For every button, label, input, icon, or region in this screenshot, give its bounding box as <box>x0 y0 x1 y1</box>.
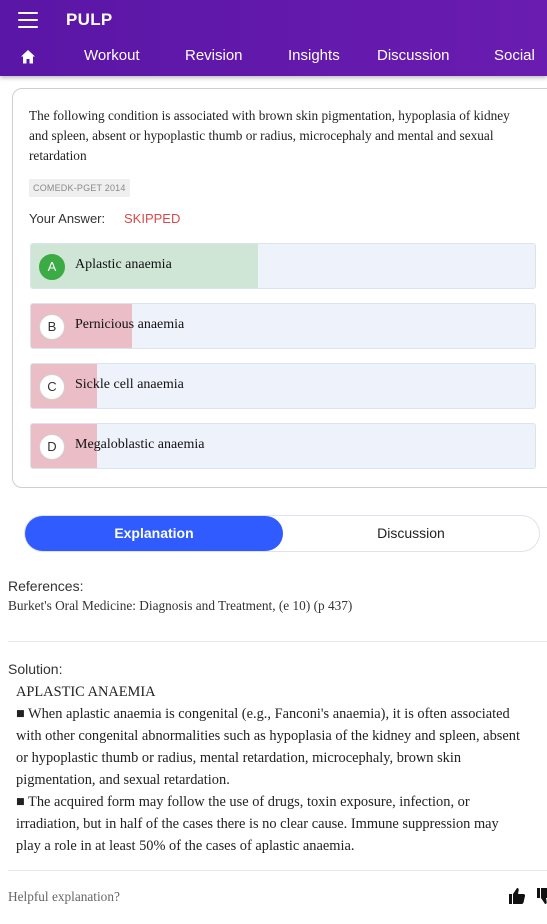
exam-tag: COMEDK-PGET 2014 <box>29 179 130 197</box>
option-c-letter: C <box>39 374 65 400</box>
option-b-letter: B <box>39 314 65 340</box>
question-text: The following condition is associated wi… <box>29 108 510 163</box>
nav-revision[interactable]: Revision <box>185 47 243 64</box>
tab-explanation[interactable]: Explanation <box>25 516 283 551</box>
thumbs-up-icon[interactable] <box>507 886 527 906</box>
solution-line: ■ The acquired form may follow the use o… <box>16 794 470 810</box>
divider <box>8 641 547 642</box>
nav-insights[interactable]: Insights <box>288 47 340 64</box>
nav-discussion[interactable]: Discussion <box>377 47 450 64</box>
question-card: The following condition is associated wi… <box>12 88 547 488</box>
option-d-text: Megaloblastic anaemia <box>75 437 205 452</box>
your-answer-status: SKIPPED <box>124 211 181 226</box>
solution-line: play a role in at least 50% of the cases… <box>16 838 355 854</box>
option-a[interactable]: A Aplastic anaemia <box>30 243 536 289</box>
nav-workout[interactable]: Workout <box>84 47 140 64</box>
app-title: PULP <box>66 10 113 29</box>
nav-social[interactable]: Social <box>494 47 535 64</box>
option-b-text: Pernicious anaemia <box>75 317 185 332</box>
solution-line: or hypoplastic thumb or radius, mental r… <box>16 750 462 766</box>
references-label: References: <box>8 578 84 594</box>
option-d-letter: D <box>39 434 65 460</box>
references-text: Burket's Oral Medicine: Diagnosis and Tr… <box>8 598 353 613</box>
helpful-prompt: Helpful explanation? <box>8 889 120 904</box>
solution-line: pigmentation, and sexual retardation. <box>16 772 230 788</box>
option-d[interactable]: D Megaloblastic anaemia <box>30 423 536 469</box>
solution-line: with other congenital abnormalities such… <box>16 728 520 744</box>
option-b[interactable]: B Pernicious anaemia <box>30 303 536 349</box>
solution-line: ■ When aplastic anaemia is congenital (e… <box>16 706 510 722</box>
option-c-text: Sickle cell anaemia <box>75 377 184 392</box>
thumbs-down-icon[interactable] <box>535 886 547 906</box>
solution-line: irradiation, but in half of the cases th… <box>16 816 499 832</box>
tab-discussion[interactable]: Discussion <box>283 516 539 551</box>
explanation-tabs: Explanation Discussion <box>24 515 540 552</box>
option-c[interactable]: C Sickle cell anaemia <box>30 363 536 409</box>
option-a-text: Aplastic anaemia <box>75 257 172 272</box>
option-a-letter: A <box>39 254 65 280</box>
solution-label: Solution: <box>8 661 63 677</box>
solution-text: APLASTIC ANAEMIA ■ When aplastic anaemia… <box>16 681 547 857</box>
app-bar: PULP Workout Revision Insights Discussio… <box>0 0 547 76</box>
home-icon[interactable] <box>20 49 36 65</box>
menu-icon[interactable] <box>18 12 38 28</box>
top-nav: Workout Revision Insights Discussion Soc… <box>0 40 547 74</box>
your-answer-label: Your Answer: <box>29 211 106 226</box>
divider <box>8 870 547 871</box>
solution-line: APLASTIC ANAEMIA <box>16 684 156 700</box>
